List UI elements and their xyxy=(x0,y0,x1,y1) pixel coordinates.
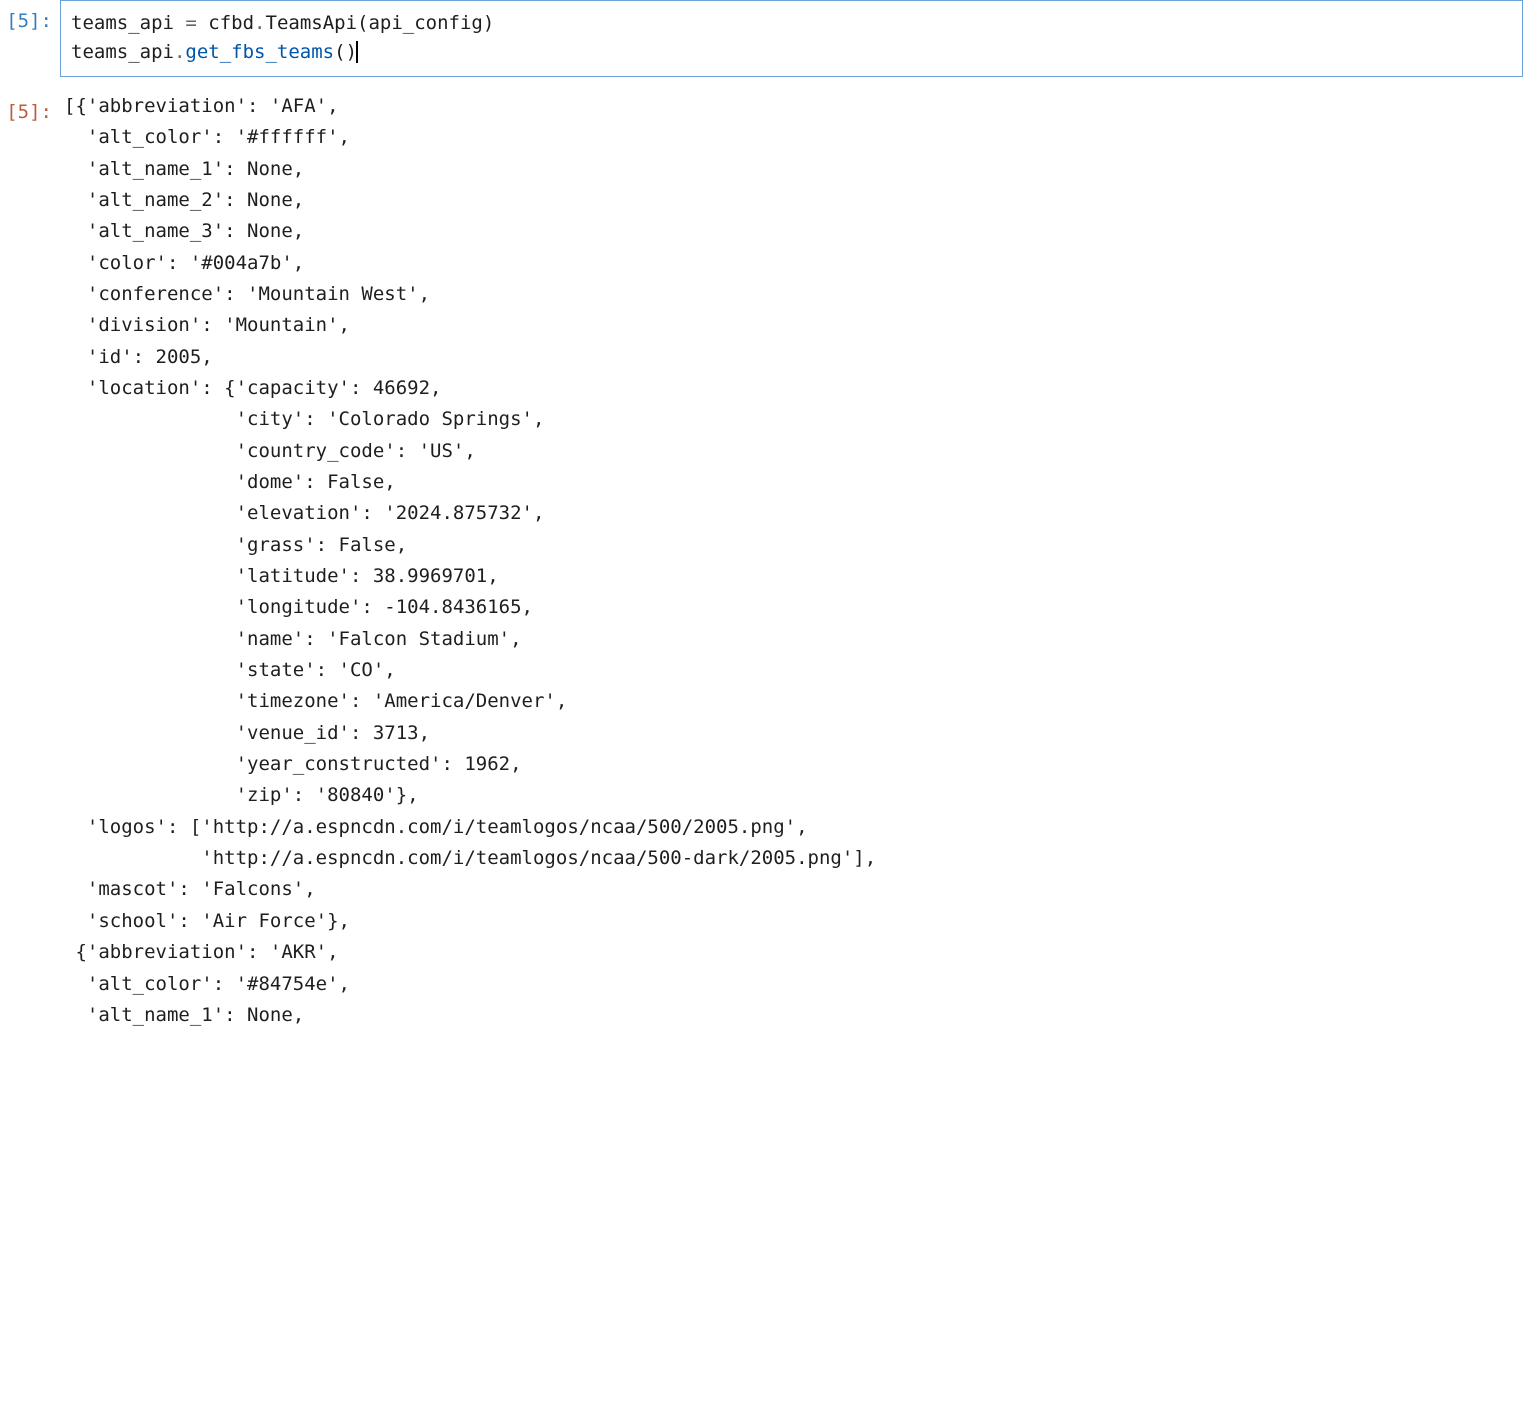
code-editor[interactable]: teams_api = cfbd.TeamsApi(api_config) te… xyxy=(60,0,1523,77)
code-token: ) xyxy=(483,12,494,34)
code-token: teams_api xyxy=(71,41,174,63)
output-text: [{'abbreviation': 'AFA', 'alt_color': '#… xyxy=(60,91,1533,1031)
code-token: ( xyxy=(357,12,368,34)
text-cursor xyxy=(356,41,358,63)
code-token: TeamsApi xyxy=(266,12,358,34)
code-token: teams_api xyxy=(71,12,174,34)
code-token: cfbd xyxy=(208,12,254,34)
output-prompt: [5]: xyxy=(0,91,60,123)
code-token: api_config xyxy=(368,12,482,34)
input-cell-row: [5]: teams_api = cfbd.TeamsApi(api_confi… xyxy=(0,0,1533,77)
code-token: get_fbs_teams xyxy=(185,41,334,63)
code-token: ( xyxy=(334,41,345,63)
code-token: = xyxy=(174,12,208,34)
code-token: . xyxy=(174,41,185,63)
code-token: . xyxy=(254,12,265,34)
output-cell-row: [5]: [{'abbreviation': 'AFA', 'alt_color… xyxy=(0,91,1533,1031)
input-prompt: [5]: xyxy=(0,0,60,32)
